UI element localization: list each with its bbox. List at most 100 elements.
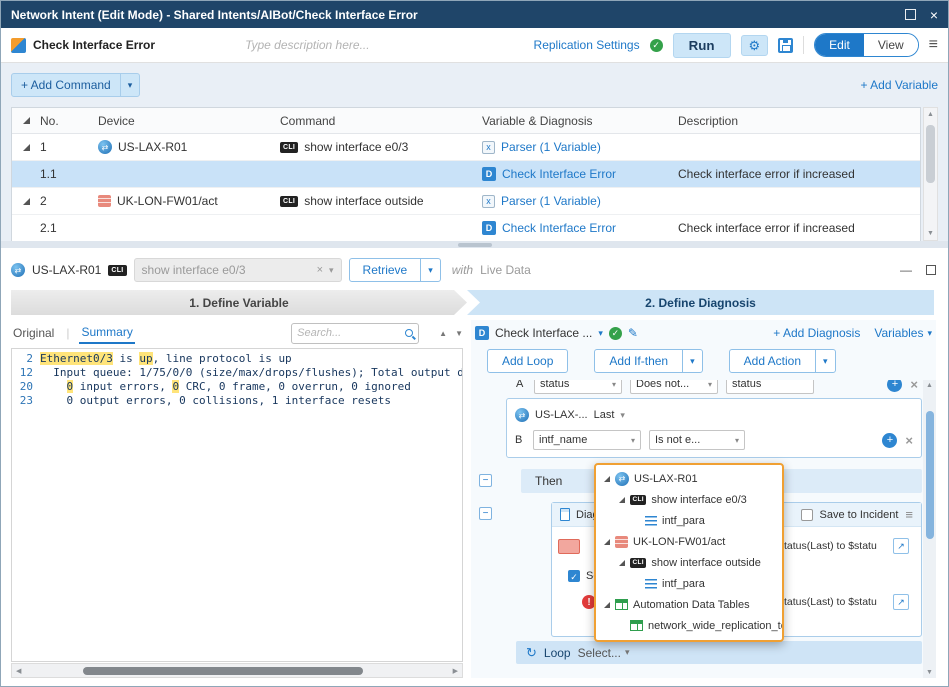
- expand-icon[interactable]: [23, 144, 30, 151]
- chevron-down-icon[interactable]: ▾: [683, 356, 702, 367]
- search-next-icon[interactable]: ▼: [455, 329, 463, 338]
- severity-swatch[interactable]: [558, 539, 580, 554]
- replication-settings-link[interactable]: Replication Settings: [534, 38, 640, 52]
- remove-condition-icon[interactable]: ×: [905, 433, 913, 448]
- scroll-left-icon[interactable]: ◀: [12, 667, 25, 675]
- expand-icon[interactable]: [23, 198, 30, 205]
- chevron-down-icon[interactable]: ▾: [620, 410, 625, 421]
- scrollbar-thumb[interactable]: [83, 667, 363, 675]
- table-row[interactable]: 2 UK-LON-FW01/act CLIshow interface outs…: [12, 188, 920, 215]
- edit-icon[interactable]: ✎: [628, 326, 638, 340]
- diagnosis-link[interactable]: Check Interface Error: [502, 167, 616, 181]
- tree-item[interactable]: intf_para: [596, 573, 782, 594]
- external-link-icon[interactable]: ↗: [893, 594, 909, 610]
- code-text: Input queue: 1/75/0/0 (size/max/drops/fl…: [40, 366, 463, 380]
- add-loop-button[interactable]: Add Loop: [487, 349, 568, 373]
- search-input[interactable]: [297, 327, 393, 339]
- chevron-down-icon[interactable]: ▾: [421, 265, 440, 276]
- menu-icon[interactable]: ≡: [905, 507, 913, 522]
- table-scrollbar[interactable]: ▲ ▼: [923, 107, 938, 241]
- line-number: 23: [12, 394, 40, 408]
- collapse-icon[interactable]: —: [900, 263, 912, 277]
- expander-icon[interactable]: [619, 560, 625, 566]
- save-icon[interactable]: [778, 38, 793, 53]
- tree-item[interactable]: UK-LON-FW01/act: [596, 531, 782, 552]
- table-row-selected[interactable]: 1.1 DCheck Interface Error Check interfa…: [12, 161, 920, 188]
- retrieve-button[interactable]: Retrieve ▾: [349, 258, 441, 282]
- expander-icon[interactable]: [604, 602, 610, 608]
- search-prev-icon[interactable]: ▲: [439, 329, 447, 338]
- scroll-right-icon[interactable]: ▶: [449, 667, 462, 675]
- value-input[interactable]: status: [726, 380, 814, 394]
- replication-check-icon: ✓: [650, 39, 663, 52]
- scroll-down-icon[interactable]: ▼: [926, 667, 933, 678]
- tree-item[interactable]: CLIshow interface outside: [596, 552, 782, 573]
- parser-link[interactable]: Parser (1 Variable): [501, 194, 601, 208]
- scroll-down-icon[interactable]: ▼: [927, 227, 934, 240]
- tree-item[interactable]: CLIshow interface e0/3: [596, 489, 782, 510]
- chevron-down-icon[interactable]: ▾: [121, 80, 140, 91]
- tab-summary[interactable]: Summary: [79, 322, 134, 344]
- remove-condition-icon[interactable]: ×: [910, 380, 918, 392]
- add-if-then-button[interactable]: Add If-then▾: [594, 349, 702, 373]
- parser-link[interactable]: Parser (1 Variable): [501, 140, 601, 154]
- code-line: 12 Input queue: 1/75/0/0 (size/max/drops…: [12, 366, 462, 380]
- run-button[interactable]: Run: [673, 33, 731, 58]
- search-box: [291, 323, 419, 344]
- chevron-down-icon[interactable]: ▾: [329, 265, 334, 276]
- horizontal-scrollbar[interactable]: ◀ ▶: [11, 663, 463, 678]
- maximize-icon[interactable]: [905, 9, 916, 20]
- add-command-button[interactable]: + Add Command ▾: [11, 73, 140, 97]
- table-row[interactable]: 2.1 DCheck Interface Error Check interfa…: [12, 215, 920, 241]
- operator-select[interactable]: Is not e...▾: [649, 430, 745, 450]
- view-toggle[interactable]: View: [864, 34, 918, 56]
- run-settings-button[interactable]: ⚙: [741, 35, 769, 56]
- scroll-up-icon[interactable]: ▲: [927, 108, 934, 121]
- diagnosis-link[interactable]: Check Interface Error: [502, 221, 616, 235]
- diagnosis-scrollbar[interactable]: ▲ ▼: [923, 380, 936, 678]
- collapse-then-icon[interactable]: −: [479, 474, 492, 487]
- expander-icon[interactable]: [619, 497, 625, 503]
- table-row[interactable]: 1 ⇄US-LAX-R01 CLIshow interface e0/3 xPa…: [12, 134, 920, 161]
- header-variable-diagnosis: Variable & Diagnosis: [482, 114, 678, 128]
- collapse-diagnosis-icon[interactable]: −: [479, 507, 492, 520]
- scroll-up-icon[interactable]: ▲: [926, 380, 933, 391]
- expander-icon[interactable]: [604, 539, 610, 545]
- search-icon[interactable]: [405, 329, 413, 337]
- field-select[interactable]: intf_name▾: [533, 430, 641, 450]
- tree-item[interactable]: Automation Data Tables: [596, 594, 782, 615]
- clear-icon[interactable]: ×: [317, 264, 323, 276]
- tree-item[interactable]: intf_para: [596, 510, 782, 531]
- chevron-down-icon[interactable]: ▾: [598, 328, 603, 339]
- command-select[interactable]: show interface e0/3 × ▾: [134, 258, 342, 282]
- option-checkbox[interactable]: ✓: [568, 570, 580, 582]
- menu-icon[interactable]: ≡: [929, 36, 938, 54]
- add-condition-icon[interactable]: +: [882, 433, 897, 448]
- scrollbar-thumb[interactable]: [926, 125, 935, 183]
- edit-toggle[interactable]: Edit: [815, 34, 864, 56]
- tab-original[interactable]: Original: [11, 323, 56, 343]
- expand-all-icon[interactable]: [23, 117, 30, 124]
- save-to-incident-checkbox[interactable]: [801, 509, 813, 521]
- chevron-down-icon[interactable]: ▾: [816, 356, 835, 367]
- qualifier-dropdown[interactable]: Last: [594, 409, 615, 421]
- splitter-handle[interactable]: [1, 241, 948, 248]
- output-viewer: 2Ethernet0/3 is up, line protocol is up1…: [11, 348, 463, 662]
- add-action-button[interactable]: Add Action▾: [729, 349, 836, 373]
- add-variable-link[interactable]: + Add Variable: [860, 78, 938, 92]
- loop-select[interactable]: Select... ▾: [578, 646, 630, 660]
- tree-item[interactable]: ⇄US-LAX-R01: [596, 468, 782, 489]
- expand-panel-icon[interactable]: [926, 265, 936, 275]
- close-icon[interactable]: ×: [930, 8, 938, 22]
- tree-item-label: show interface e0/3: [651, 494, 746, 506]
- operator-select[interactable]: Does not...▾: [630, 380, 718, 394]
- variables-dropdown[interactable]: Variables ▾: [874, 326, 932, 340]
- scrollbar-thumb[interactable]: [926, 411, 934, 539]
- field-select[interactable]: status▾: [534, 380, 622, 394]
- add-diagnosis-link[interactable]: + Add Diagnosis: [773, 326, 860, 340]
- description-input[interactable]: [245, 38, 445, 52]
- expander-icon[interactable]: [604, 476, 610, 482]
- external-link-icon[interactable]: ↗: [893, 538, 909, 554]
- add-condition-icon[interactable]: +: [887, 380, 902, 392]
- tree-item[interactable]: network_wide_replication_tel...: [596, 615, 782, 636]
